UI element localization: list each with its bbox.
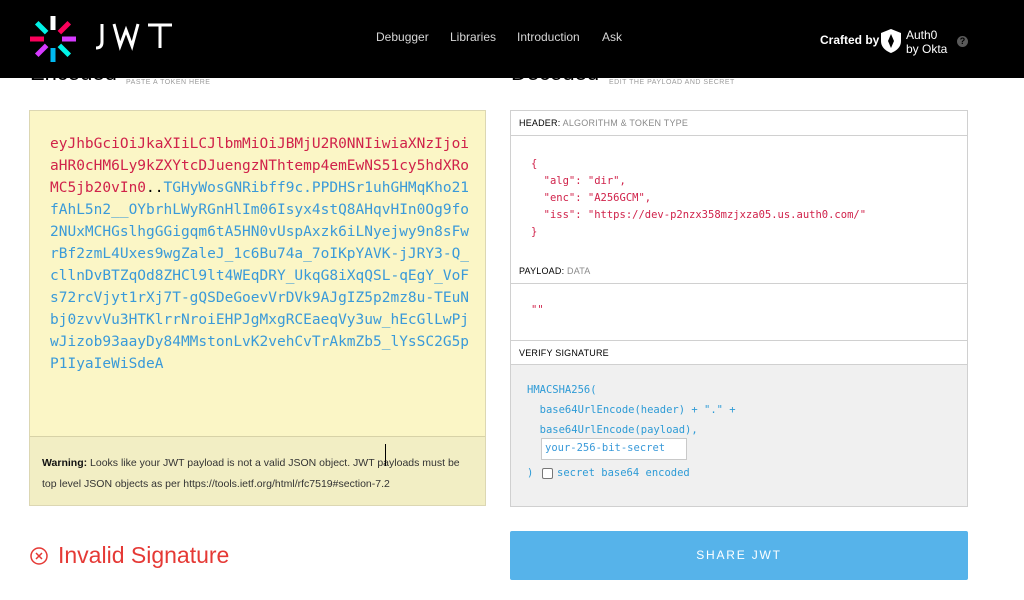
header-sublabel: ALGORITHM & TOKEN TYPE xyxy=(562,118,689,128)
payload-sublabel: DATA xyxy=(567,266,591,276)
invalid-signature-text: Invalid Signature xyxy=(58,542,230,568)
payload-json-editor[interactable]: "" xyxy=(511,284,967,340)
token-separator: .. xyxy=(146,180,164,196)
warning-label: Warning: xyxy=(42,457,88,469)
auth0-label[interactable]: Auth0 xyxy=(906,28,937,42)
payload-label: PAYLOAD: xyxy=(519,266,565,276)
secret-base64-label[interactable]: secret base64 encoded xyxy=(557,467,690,479)
code-line: { xyxy=(531,158,538,170)
encoded-title: Encoded xyxy=(30,60,117,85)
decoded-subtitle: EDIT THE PAYLOAD AND SECRET xyxy=(609,79,735,86)
signature-panel: HMACSHA256( base64UrlEncode(header) + ".… xyxy=(511,365,967,506)
nav-libraries[interactable]: Libraries xyxy=(450,30,496,44)
jwt-wordmark xyxy=(95,23,172,51)
auth0-shield-icon[interactable] xyxy=(880,28,902,54)
sig-line: HMACSHA256( xyxy=(527,384,597,396)
text-cursor xyxy=(385,444,386,466)
crafted-by-label: Crafted by xyxy=(820,33,880,47)
encoded-subtitle: PASTE A TOKEN HERE xyxy=(126,79,211,86)
header-panel-heading: HEADER: ALGORITHM & TOKEN TYPE xyxy=(511,111,967,136)
header-json-editor[interactable]: { "alg": "dir", "enc": "A256GCM", "iss":… xyxy=(511,136,967,259)
decoded-title: Decoded xyxy=(511,60,600,85)
help-icon[interactable]: ? xyxy=(957,36,968,47)
sig-line: base64UrlEncode(payload), xyxy=(527,424,698,436)
share-jwt-button[interactable]: SHARE JWT xyxy=(510,531,968,580)
warning-text: Looks like your JWT payload is not a val… xyxy=(42,457,460,490)
verify-signature-heading: VERIFY SIGNATURE xyxy=(511,340,967,365)
jwt-logo-icon[interactable] xyxy=(28,14,78,64)
secret-base64-checkbox[interactable] xyxy=(542,468,553,479)
sig-close-paren: ) xyxy=(527,467,534,479)
secret-input[interactable]: your-256-bit-secret xyxy=(541,438,687,460)
payload-panel-heading: PAYLOAD: DATA xyxy=(511,259,967,284)
payload-value: "" xyxy=(531,304,544,316)
header-label: HEADER: xyxy=(519,118,561,128)
nav-debugger[interactable]: Debugger xyxy=(376,30,429,44)
by-okta-label[interactable]: by Okta xyxy=(906,42,947,56)
token-rest-segment: TGHyWosGNRibff9c.PPDHSr1uhGHMqKho21fAhL5… xyxy=(50,180,470,372)
code-line: "alg": "dir", xyxy=(531,175,626,187)
nav-ask[interactable]: Ask xyxy=(602,30,622,44)
warning-message: Warning: Looks like your JWT payload is … xyxy=(30,436,485,505)
sig-line: base64UrlEncode(header) + "." + xyxy=(527,404,736,416)
header-panel: HEADER: ALGORITHM & TOKEN TYPE { "alg": … xyxy=(510,110,968,507)
verify-label: VERIFY SIGNATURE xyxy=(519,348,609,358)
token-text[interactable]: eyJhbGciOiJkaXIiLCJlbmMiOiJBMjU2R0NNIiwi… xyxy=(50,133,470,375)
encoded-token-textarea[interactable]: eyJhbGciOiJkaXIiLCJlbmMiOiJBMjU2R0NNIiwi… xyxy=(29,110,486,506)
nav-introduction[interactable]: Introduction xyxy=(517,30,580,44)
code-line: "iss": "https://dev-p2nzx358mzjxza05.us.… xyxy=(531,209,867,221)
code-line: "enc": "A256GCM", xyxy=(531,192,652,204)
code-line: } xyxy=(531,226,538,238)
invalid-x-icon xyxy=(30,547,48,565)
